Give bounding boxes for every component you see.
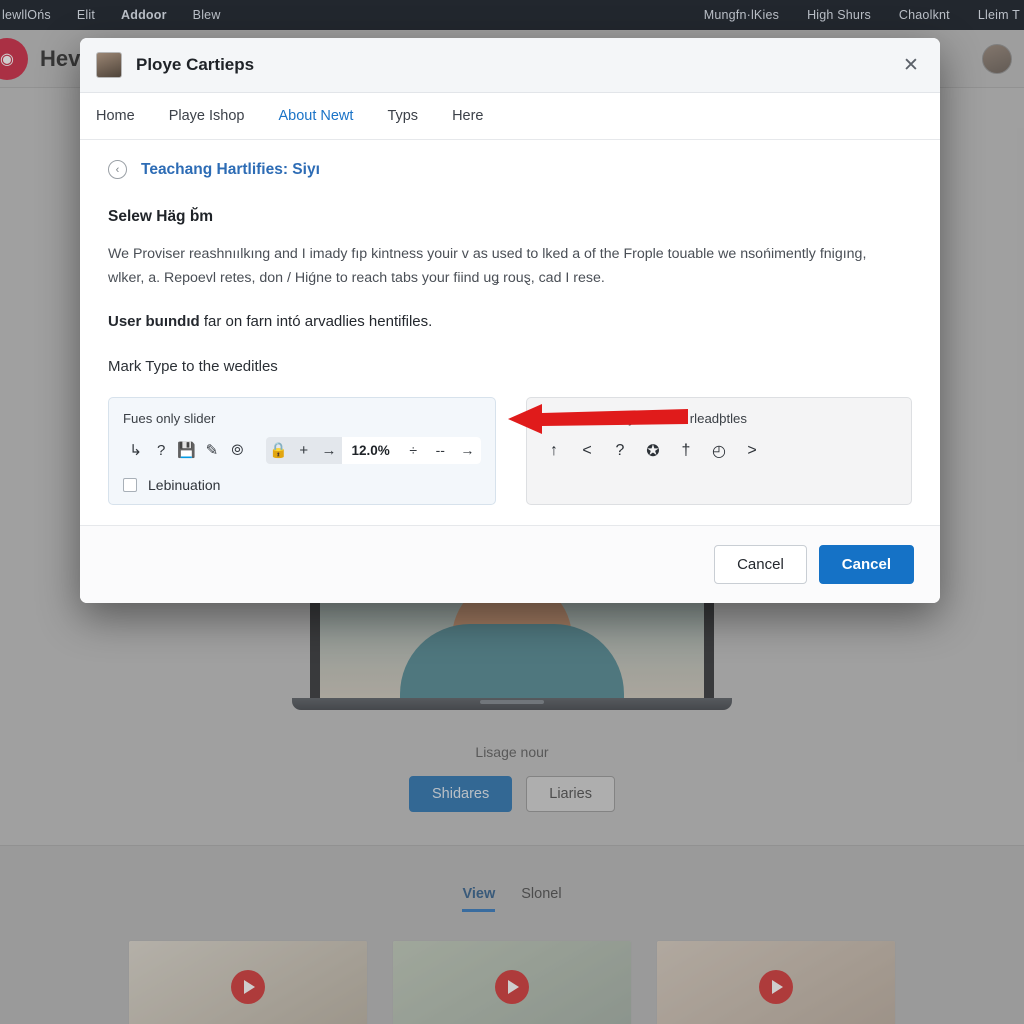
tab-playe-ishop[interactable]: Playe Ishop bbox=[169, 108, 245, 124]
os-status-item-2[interactable]: Chaolknt bbox=[899, 8, 950, 22]
tab-about-newt[interactable]: About Newt bbox=[278, 108, 353, 124]
body-paragraph: We Proviser reashnıılkıng and I imady fı… bbox=[108, 246, 867, 287]
zoom-control-group: 🔒 + → 12.0% ÷ -- → bbox=[266, 436, 481, 464]
divide-icon[interactable]: ÷ bbox=[399, 436, 427, 464]
modal-dialog: Ploye Cartieps ✕ Home Playe Ishop About … bbox=[80, 38, 940, 603]
modal-body: ‹ Teachang Hartlifies: Siyı Selew Häg b̆… bbox=[80, 140, 940, 525]
os-status-item-1[interactable]: High Shurs bbox=[807, 8, 871, 22]
list-item[interactable]: Shoens u liheu are inater indt with prin… bbox=[392, 940, 632, 1024]
question-mark-icon[interactable]: ? bbox=[148, 437, 173, 463]
laptop-base bbox=[292, 698, 732, 710]
os-menu-item-2[interactable]: Addoor bbox=[121, 8, 167, 22]
os-menu-right: Mungfn·lKies High Shurs Chaolknt Lleim T bbox=[704, 8, 1024, 22]
red-arrow-annotation bbox=[508, 404, 688, 434]
tab-typs[interactable]: Typs bbox=[387, 108, 418, 124]
arrow-right-icon[interactable]: → bbox=[316, 437, 341, 464]
confirm-button[interactable]: Cancel bbox=[818, 545, 914, 584]
question-mark-icon[interactable]: ? bbox=[607, 438, 633, 464]
tab-home[interactable]: Home bbox=[96, 108, 135, 124]
brand-circle-icon: ◉ bbox=[0, 37, 28, 80]
zoom-level-value[interactable]: 12.0% bbox=[341, 436, 400, 464]
play-icon[interactable] bbox=[759, 970, 793, 1004]
circle-arrow-icon[interactable]: ⦾ bbox=[225, 437, 250, 463]
chevron-left-icon[interactable]: < bbox=[574, 438, 600, 464]
hero-ghost-button[interactable]: Liaries bbox=[526, 776, 615, 812]
play-icon[interactable] bbox=[231, 970, 265, 1004]
background-card-row: One pracb sing sarchess, wital vides all… bbox=[0, 912, 1024, 1024]
os-menu-bar: lewllOńs Elit Addoor Blew Mungfn·lKies H… bbox=[0, 0, 1024, 30]
os-status-item-0[interactable]: Mungfn·lKies bbox=[704, 8, 779, 22]
background-tab-slonel[interactable]: Slonel bbox=[521, 886, 561, 912]
left-panel-toolbar: ↳ ? 💾 ✎ ⦾ 🔒 + → 12.0% ÷ -- → bbox=[123, 436, 481, 464]
save-disk-icon[interactable]: 💾 bbox=[174, 437, 199, 463]
star-icon[interactable]: ✪ bbox=[640, 438, 666, 464]
left-panel-label: Fues only slider bbox=[123, 410, 216, 426]
screen-root: lewllOńs Elit Addoor Blew Mungfn·lKies H… bbox=[0, 0, 1024, 1024]
lebinuation-label: Lebinuation bbox=[148, 476, 221, 493]
lebinuation-checkbox-row[interactable]: Lebinuation bbox=[123, 477, 481, 493]
card-thumbnail bbox=[129, 941, 367, 1024]
card-thumbnail bbox=[393, 941, 631, 1024]
background-lower-section: View Slonel One pracb sing sarchess, wit… bbox=[0, 845, 1024, 1024]
breadcrumb: ‹ Teachang Hartlifies: Siyı bbox=[108, 160, 912, 179]
cancel-button[interactable]: Cancel bbox=[714, 545, 807, 584]
modal-footer: Cancel Cancel bbox=[80, 525, 940, 603]
os-menu-item-1[interactable]: Elit bbox=[77, 8, 95, 22]
background-tab-view[interactable]: View bbox=[462, 886, 496, 912]
page-title: Ploye Cartieps bbox=[136, 55, 255, 74]
dash-icon[interactable]: -- bbox=[426, 436, 454, 464]
highlighted-statement-lead: User buındıd bbox=[108, 312, 200, 330]
highlighted-statement-rest: far on farn intó arvadlies hentifiles. bbox=[199, 312, 433, 330]
pencil-link-icon[interactable]: ✎ bbox=[199, 437, 224, 463]
corner-arrow-icon[interactable]: ↳ bbox=[123, 437, 148, 463]
chevron-right-icon[interactable]: > bbox=[739, 438, 765, 464]
play-icon[interactable] bbox=[495, 970, 529, 1004]
dagger-icon[interactable]: † bbox=[673, 438, 699, 464]
highlighted-statement: User buındıd far on farn intó arvadlies … bbox=[108, 313, 912, 330]
os-status-item-3[interactable]: Lleim T bbox=[978, 8, 1020, 22]
user-avatar-icon[interactable] bbox=[982, 43, 1012, 74]
breadcrumb-link[interactable]: Teachang Hartlifies: Siyı bbox=[141, 161, 320, 179]
arrow-up-icon[interactable]: ↑ bbox=[541, 438, 567, 464]
tab-here[interactable]: Here bbox=[452, 108, 483, 124]
os-menu-item-3[interactable]: Blew bbox=[193, 8, 221, 22]
hero-primary-button[interactable]: Shidares bbox=[409, 776, 513, 812]
list-item[interactable]: Suǧust fomtrnille a ascless tasus bbox=[656, 940, 896, 1024]
lebinuation-checkbox[interactable] bbox=[123, 477, 137, 492]
site-header-right bbox=[982, 43, 1024, 74]
list-item[interactable]: One pracb sing sarchess, wital vides all… bbox=[128, 940, 368, 1024]
os-menu-left: lewllOńs Elit Addoor Blew bbox=[0, 8, 221, 22]
os-menu-item-0[interactable]: lewllOńs bbox=[2, 8, 51, 22]
modal-avatar-icon bbox=[96, 52, 122, 78]
card-thumbnail bbox=[657, 941, 895, 1024]
modal-header: Ploye Cartieps ✕ bbox=[80, 38, 940, 93]
left-settings-panel: Fues only slider ↳ ? 💾 ✎ ⦾ 🔒 + → 12.0% ÷ bbox=[108, 396, 496, 505]
modal-tab-bar: Home Playe Ishop About Newt Typs Here bbox=[80, 93, 940, 140]
plus-icon[interactable]: + bbox=[291, 437, 316, 464]
arrow-right-end-icon[interactable]: → bbox=[453, 436, 481, 464]
section-title: Selew Häg b̆m bbox=[108, 208, 214, 225]
clock-icon[interactable]: ◴ bbox=[706, 438, 732, 464]
hero-caption: Lisage nour bbox=[475, 744, 549, 760]
back-circle-icon[interactable]: ‹ bbox=[108, 160, 127, 179]
hero-button-group: Shidares Liaries bbox=[0, 776, 1024, 812]
close-icon[interactable]: ✕ bbox=[898, 52, 924, 78]
lock-icon[interactable]: 🔒 bbox=[266, 437, 291, 464]
right-panel-toolbar: ↑ < ? ✪ † ◴ > bbox=[541, 438, 897, 464]
sub-title: Mark Type to the weditles bbox=[108, 357, 278, 375]
background-tabs: View Slonel bbox=[0, 846, 1024, 912]
